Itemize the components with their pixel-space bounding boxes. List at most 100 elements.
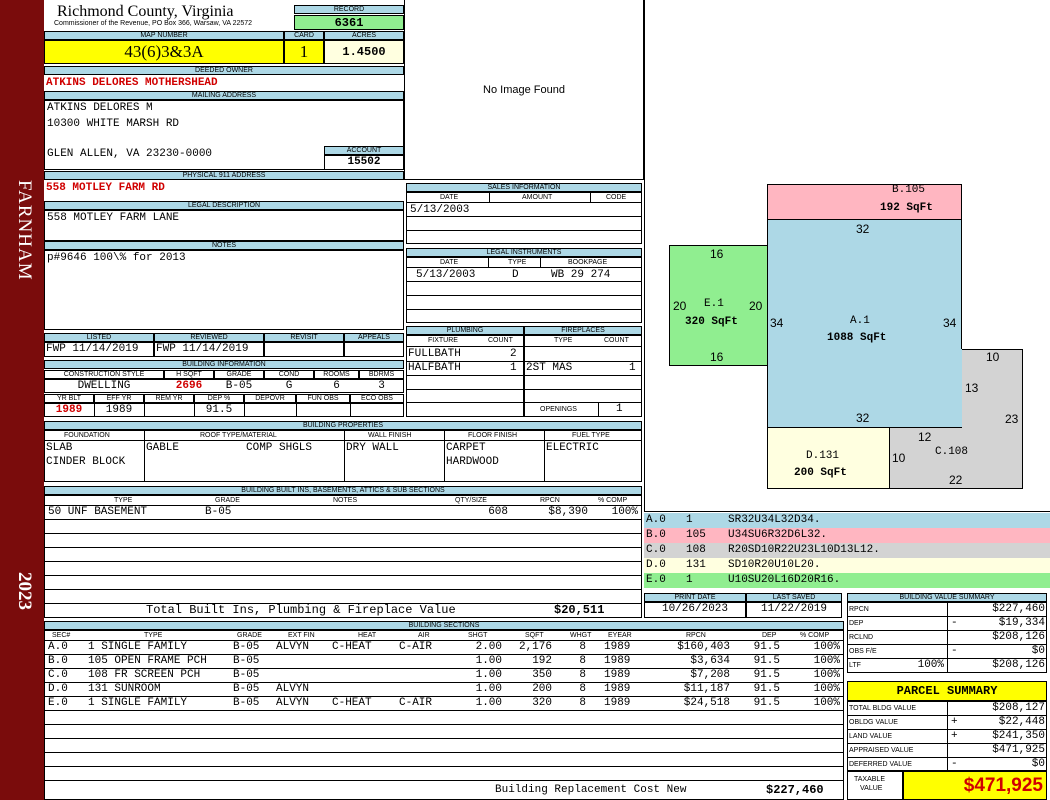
county-title: Richmond County, Virginia: [57, 3, 234, 20]
floor-finish-2: HARDWOOD: [446, 456, 499, 468]
section-sec: E.0: [48, 697, 68, 709]
dim-c-top: 10: [986, 350, 1000, 364]
area-e-sqft: 320 SqFt: [685, 316, 738, 328]
grade-label: GRADE: [214, 370, 264, 379]
sections-col: HEAT: [358, 632, 377, 639]
parcel-value: $471,925: [992, 744, 1045, 756]
roof-label: ROOF TYPE/MATERIAL: [200, 432, 277, 439]
section-shgt: 2.00: [475, 641, 502, 653]
area-a-sqft: 1088 SqFt: [827, 332, 887, 344]
bvs-pct: 100%: [917, 659, 944, 671]
yrblt-label: YR BLT: [44, 394, 94, 403]
appeals-label: APPEALS: [344, 333, 404, 342]
li-col-book: BOOKPAGE: [568, 259, 608, 266]
foundation-1: SLAB: [46, 442, 73, 454]
section-sec: B.0: [48, 655, 68, 667]
section-eyear: 1989: [604, 697, 631, 709]
vector-id: C.0: [646, 544, 666, 556]
sections-col: RPCN: [686, 632, 706, 639]
builtin-qty: 608: [488, 506, 508, 518]
parcel-value: $22,448: [998, 716, 1045, 728]
section-ext: ALVYN: [276, 683, 310, 695]
building-info-title: BUILDING INFORMATION: [44, 360, 404, 369]
physical-address-label: PHYSICAL 911 ADDRESS: [44, 171, 404, 180]
floor-finish-1: CARPET: [446, 442, 486, 454]
dim-a-top: 32: [856, 222, 870, 236]
construction-style: DWELLING: [77, 380, 131, 392]
legal-instruments-title: LEGAL INSTRUMENTS: [406, 248, 642, 257]
section-eyear: 1989: [604, 683, 631, 695]
sections-col: GRADE: [237, 632, 262, 639]
wall-finish: DRY WALL: [346, 442, 399, 454]
effyr-label: EFF YR: [94, 394, 144, 403]
notes-text: p#9646 100\% for 2013: [47, 252, 186, 264]
li-col-date: DATE: [440, 259, 459, 266]
builtins-total-label: Total Built Ins, Plumbing & Fireplace Va…: [146, 603, 456, 617]
builtins-col-grade: GRADE: [215, 497, 240, 504]
area-b-id: B.105: [892, 184, 926, 196]
yrblt-value: 1989: [55, 404, 83, 416]
vector-id: E.0: [646, 574, 666, 586]
legal-description: 558 MOTLEY FARM LANE: [47, 212, 180, 224]
area-c-id: C.108: [935, 446, 969, 458]
sections-col: AIR: [418, 632, 430, 639]
section-rpcn: $24,518: [683, 697, 730, 709]
cond-label: COND: [264, 370, 314, 379]
section-sqft: 320: [532, 697, 552, 709]
last-saved: 11/22/2019: [760, 603, 827, 615]
listed-label: LISTED: [44, 333, 154, 342]
openings-value: 1: [616, 403, 623, 415]
section-whgt: 8: [579, 669, 586, 681]
fireplaces-col-type: TYPE: [554, 337, 573, 344]
acres-value: 1.4500: [324, 40, 404, 64]
deeded-owner: ATKINS DELORES MOTHERSHEAD: [46, 77, 218, 89]
bvs-value: $19,334: [998, 617, 1045, 629]
fuel-type: ELECTRIC: [546, 442, 599, 454]
parcel-value: $0: [1031, 758, 1045, 770]
deeded-owner-label: DEEDED OWNER: [44, 66, 404, 75]
taxable-label: VALUE: [860, 785, 883, 792]
dim-a-bottom: 32: [856, 411, 870, 425]
bvs-label: OBS F/E: [849, 648, 877, 655]
bvs-label: RPCN: [849, 606, 869, 613]
sections-col: % COMP: [800, 632, 830, 639]
hsqft-label: H SQFT: [164, 370, 214, 379]
floor-label: FLOOR FINISH: [468, 432, 518, 439]
properties-title: BUILDING PROPERTIES: [44, 421, 642, 430]
bvs-value: $227,460: [992, 603, 1045, 615]
openings-label: OPENINGS: [540, 406, 577, 413]
section-rpcn: $11,187: [683, 683, 730, 695]
vector-id: D.0: [646, 559, 666, 571]
revisit-label: REVISIT: [264, 333, 344, 342]
vector-code: SR32U34L32D34.: [728, 514, 821, 526]
section-comp: 100%: [813, 683, 840, 695]
section-sqft: 192: [532, 655, 552, 667]
print-date: 10/26/2023: [661, 603, 728, 615]
vector-num: 105: [686, 529, 706, 541]
builtins-col-qty: QTY/SIZE: [455, 497, 487, 504]
parcel-label: OBLDG VALUE: [849, 719, 898, 726]
dim-c-right: 23: [1005, 412, 1019, 426]
no-image-text: No Image Found: [483, 84, 565, 96]
fuel-label: FUEL TYPE: [572, 432, 610, 439]
builtins-col-comp: % COMP: [598, 497, 628, 504]
acres-label: ACRES: [324, 31, 404, 40]
grade-value: B-05: [225, 380, 253, 392]
sales-col-amount: AMOUNT: [522, 194, 553, 201]
funobs-label: FUN OBS: [296, 394, 350, 403]
dim-e-bottom: 16: [710, 350, 724, 364]
builtins-col-notes: NOTES: [333, 497, 358, 504]
notes-label: NOTES: [44, 241, 404, 250]
section-rpcn: $160,403: [677, 641, 730, 653]
listed-value: FWP 11/14/2019: [46, 343, 139, 355]
vector-code: R20SD10R22U23L10D13L12.: [728, 544, 880, 556]
plumbing-title: PLUMBING: [406, 326, 524, 335]
section-shgt: 1.00: [475, 697, 502, 709]
section-air: C-AIR: [399, 697, 433, 709]
builtins-col-rpcn: RPCN: [540, 497, 560, 504]
vector-id: A.0: [646, 514, 666, 526]
section-sqft: 200: [532, 683, 552, 695]
vector-num: 1: [686, 574, 693, 586]
builtins-title: BUILDING BUILT INS, BASEMENTS, ATTICS & …: [44, 486, 642, 495]
section-eyear: 1989: [604, 669, 631, 681]
